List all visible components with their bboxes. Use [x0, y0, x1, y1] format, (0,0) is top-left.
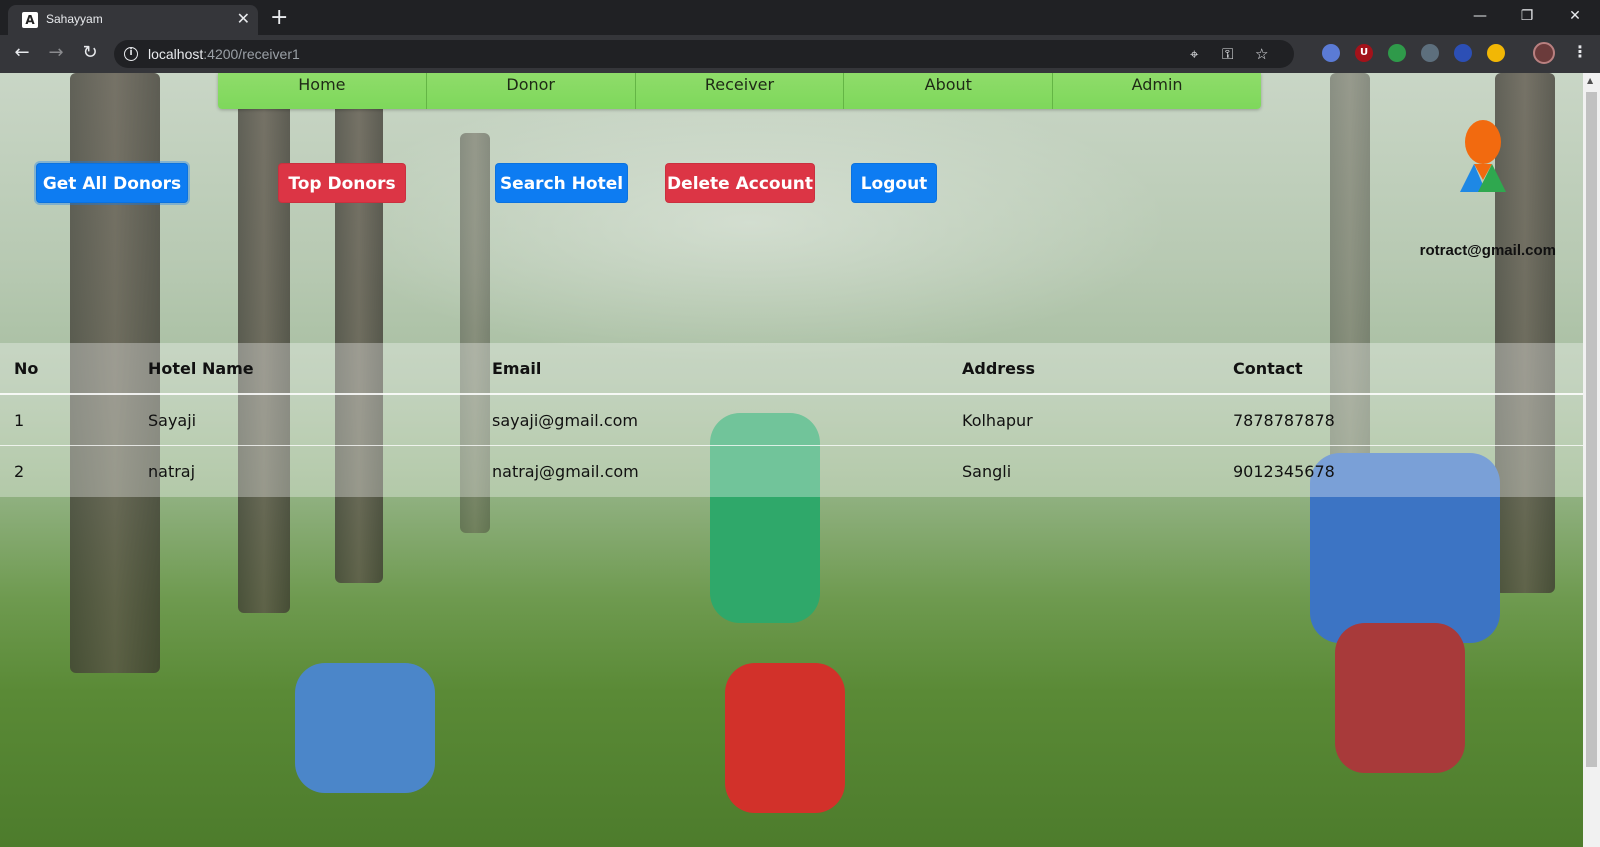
- nav-admin[interactable]: Admin: [1053, 73, 1261, 109]
- cell-contact: 7878787878: [1233, 410, 1335, 430]
- cell-address: Kolhapur: [962, 410, 1033, 430]
- get-all-donors-button[interactable]: Get All Donors: [36, 163, 188, 203]
- nav-donor[interactable]: Donor: [426, 73, 636, 109]
- table-header-row: No Hotel Name Email Address Contact: [0, 343, 1583, 395]
- header-contact: Contact: [1233, 358, 1303, 378]
- tab-close-icon[interactable]: ✕: [237, 9, 250, 29]
- ublock-extension-icon[interactable]: U: [1355, 44, 1373, 62]
- search-hotel-button[interactable]: Search Hotel: [495, 163, 628, 203]
- site-info-icon[interactable]: i: [124, 47, 138, 61]
- top-donors-button[interactable]: Top Donors: [278, 163, 406, 203]
- nav-about[interactable]: About: [844, 73, 1054, 109]
- address-bar[interactable]: i localhost:4200/receiver1 ⌖ ⚿ ☆: [114, 40, 1294, 68]
- logout-button[interactable]: Logout: [851, 163, 937, 203]
- user-email: rotract@gmail.com: [1419, 242, 1556, 259]
- cell-address: Sangli: [962, 462, 1012, 481]
- vpn-extension-icon[interactable]: [1454, 44, 1472, 62]
- angular-favicon-icon: A: [22, 12, 38, 28]
- child-red-shirt: [725, 663, 845, 813]
- nav-receiver[interactable]: Receiver: [635, 73, 845, 109]
- profile-avatar-icon[interactable]: [1533, 42, 1555, 64]
- cell-email: sayaji@gmail.com: [492, 410, 638, 430]
- delete-account-button[interactable]: Delete Account: [665, 163, 815, 203]
- cell-hotel-name: Sayaji: [148, 410, 197, 430]
- browser-toolbar: ← → ↻ i localhost:4200/receiver1 ⌖ ⚿ ☆ U…: [0, 35, 1600, 73]
- window-close-icon[interactable]: ✕: [1560, 4, 1590, 28]
- nav-home[interactable]: Home: [218, 73, 427, 109]
- back-arrow-icon[interactable]: ←: [9, 41, 35, 65]
- extension-icon[interactable]: [1322, 44, 1340, 62]
- scroll-up-arrow-icon[interactable]: ▲: [1587, 76, 1593, 85]
- header-hotel-name: Hotel Name: [148, 358, 254, 378]
- new-tab-icon[interactable]: +: [270, 5, 288, 31]
- forward-arrow-icon[interactable]: →: [43, 41, 69, 65]
- tab-title: Sahayyam: [46, 12, 103, 26]
- window-minimize-icon[interactable]: —: [1465, 4, 1495, 28]
- cell-no: 1: [14, 410, 25, 430]
- cell-hotel-name: natraj: [148, 462, 196, 481]
- child-blue-shirt: [295, 663, 435, 793]
- cell-no: 2: [14, 462, 25, 481]
- cell-contact: 9012345678: [1233, 462, 1335, 481]
- google-extension-icon[interactable]: [1388, 44, 1406, 62]
- sahayyam-logo-icon: [1460, 120, 1506, 192]
- page-viewport: Home Donor Receiver About Admin Get All …: [0, 73, 1583, 847]
- bookmark-star-icon[interactable]: ☆: [1255, 44, 1268, 64]
- browser-menu-icon[interactable]: ⋮: [1572, 42, 1588, 62]
- site-navbar: Home Donor Receiver About Admin: [218, 73, 1261, 109]
- header-email: Email: [492, 358, 542, 378]
- child-jumping-red-pants: [1335, 623, 1465, 773]
- header-address: Address: [962, 358, 1036, 378]
- browser-tabstrip: A Sahayyam ✕ + — ❐ ✕: [0, 0, 1600, 35]
- table-row: 2 natraj natraj@gmail.com Sangli 9012345…: [0, 446, 1583, 497]
- url-text[interactable]: localhost:4200/receiver1: [148, 46, 300, 62]
- url-host: localhost: [148, 46, 204, 62]
- window-restore-icon[interactable]: ❐: [1512, 4, 1542, 28]
- reload-icon[interactable]: ↻: [77, 41, 103, 65]
- table-row: 1 Sayaji sayaji@gmail.com Kolhapur 78787…: [0, 395, 1583, 446]
- pocket-extension-icon[interactable]: [1421, 44, 1439, 62]
- page-scrollbar-thumb[interactable]: [1586, 92, 1597, 767]
- url-path: :4200/receiver1: [203, 46, 300, 62]
- location-target-icon[interactable]: ⌖: [1190, 44, 1198, 64]
- key-icon[interactable]: ⚿: [1222, 44, 1233, 64]
- browser-tab[interactable]: A Sahayyam ✕: [8, 5, 258, 35]
- hotel-table: No Hotel Name Email Address Contact 1 Sa…: [0, 343, 1583, 497]
- header-no: No: [14, 358, 39, 378]
- cell-email: natraj@gmail.com: [492, 462, 639, 481]
- coin-extension-icon[interactable]: [1487, 44, 1505, 62]
